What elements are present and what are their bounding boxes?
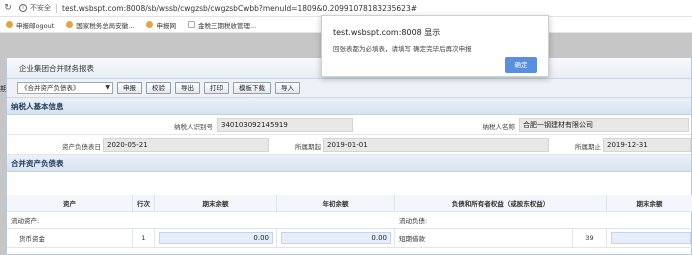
balance-sheet-section-header: 合并资产负债表 [7, 155, 691, 172]
security-label: 不安全 [30, 4, 51, 12]
liability-period-end-cell [607, 229, 692, 247]
balance-date-label: 资产负债表日 [62, 143, 101, 151]
bookmark-item[interactable]: 金税三期税收管理... [187, 20, 256, 30]
dialog-ok-button[interactable]: 确定 [505, 57, 537, 73]
validate-button[interactable]: 校验 [146, 82, 171, 94]
period-end-field[interactable]: 2019-12-31 [603, 138, 691, 152]
asset-line-no-cell: 1 [133, 229, 155, 247]
header-period-end: 期末余额 [155, 195, 277, 211]
template-download-button[interactable]: 模板下载 [233, 82, 271, 94]
alert-dialog: test.wsbspt.com:8008 显示 回张表都为必填表，请填写 确定完… [321, 15, 549, 77]
taxpayer-id-field[interactable]: 340103092145919 [217, 118, 353, 132]
header-line-no: 行次 [133, 195, 155, 211]
period-start-label: 所属期起 [295, 143, 321, 151]
reload-icon[interactable]: ↻ [1, 3, 15, 13]
year-start-cell: 0.00 [277, 229, 395, 247]
taxpayer-name-label: 纳税人名称 [482, 123, 516, 131]
address-separator [56, 3, 57, 13]
period-end-input[interactable]: 0.00 [159, 232, 273, 244]
bookmark-item[interactable]: 申报邮ogout [6, 20, 54, 30]
taxpayer-id-label: 纳税人识别号 [174, 123, 213, 131]
export-button[interactable]: 导出 [175, 82, 200, 94]
declare-button[interactable]: 申报 [117, 82, 142, 94]
table-header-row: 资产 行次 期末余额 年初余额 负债和所有者权益（或股东权益） 期末余额 [7, 195, 692, 212]
header-year-start: 年初余额 [277, 195, 395, 211]
security-indicator[interactable]: i 不安全 [19, 3, 51, 13]
bookmark-item[interactable]: 国家税务总局安徽... [66, 20, 134, 30]
report-toolbar: 《合并资产负债表》 ▼ 申报 校验 导出 打印 模板下载 导入 [7, 79, 691, 98]
url-text[interactable]: test.wsbspt.com:8008/sb/wssb/cwgzsb/cwgz… [62, 4, 417, 13]
info-icon: i [19, 4, 27, 12]
liability-name-cell: 短期借款 [395, 229, 573, 247]
bookmark-item[interactable]: 申报网 [146, 20, 176, 30]
taxpayer-row-1: 纳税人识别号 340103092145919 纳税人名称 合肥一钢建材有限公司 [7, 115, 691, 135]
taxpayer-row-2: 资产负债表日 2020-05-21 所属期起 2019-01-01 所属期止 2… [7, 135, 691, 155]
import-button[interactable]: 导入 [275, 82, 300, 94]
bookmark-favicon-icon [6, 21, 13, 28]
table-row: 货币资金 1 0.00 0.00 短期借款 39 [7, 229, 692, 248]
current-assets-label: 流动资产: [11, 217, 40, 225]
bookmark-favicon-icon [146, 21, 154, 28]
period-start-field[interactable]: 2019-01-01 [323, 138, 549, 152]
header-period-end-right: 期末余额 [607, 195, 692, 211]
print-button[interactable]: 打印 [204, 82, 229, 94]
period-end-cell: 0.00 [155, 229, 277, 247]
balance-sheet-table: 资产 行次 期末余额 年初余额 负债和所有者权益（或股东权益） 期末余额 流动资… [7, 195, 692, 255]
period-end-label: 所属期止 [575, 143, 601, 151]
current-liabilities-label: 流动负债: [395, 212, 692, 228]
liability-period-end-input[interactable] [611, 232, 691, 244]
taxpayer-name-field[interactable]: 合肥一钢建材有限公司 [519, 118, 689, 132]
report-select[interactable]: 《合并资产负债表》 ▼ [17, 82, 113, 94]
liability-line-no-cell: 39 [573, 229, 607, 247]
table-row-category: 流动资产: 流动负债: [7, 212, 692, 229]
dialog-title: test.wsbspt.com:8008 显示 [333, 28, 441, 37]
taxpayer-section-header: 纳税人基本信息 [7, 98, 691, 115]
dialog-message: 回张表都为必填表，请填写 确定完毕后再次申报 [333, 45, 472, 53]
header-liability: 负债和所有者权益（或股东权益） [395, 195, 607, 211]
year-start-input[interactable]: 0.00 [281, 232, 391, 244]
report-panel: 企业集团合并财务报表 《合并资产负债表》 ▼ 申报 校验 导出 打印 模板下载 … [6, 57, 692, 255]
dropdown-arrow-icon: ▼ [105, 84, 110, 91]
bookmark-page-icon [187, 21, 195, 28]
balance-date-field[interactable]: 2020-05-21 [103, 138, 269, 152]
bookmark-favicon-icon [66, 21, 74, 28]
header-asset: 资产 [7, 195, 133, 211]
asset-name-cell: 货币资金 [7, 229, 133, 247]
